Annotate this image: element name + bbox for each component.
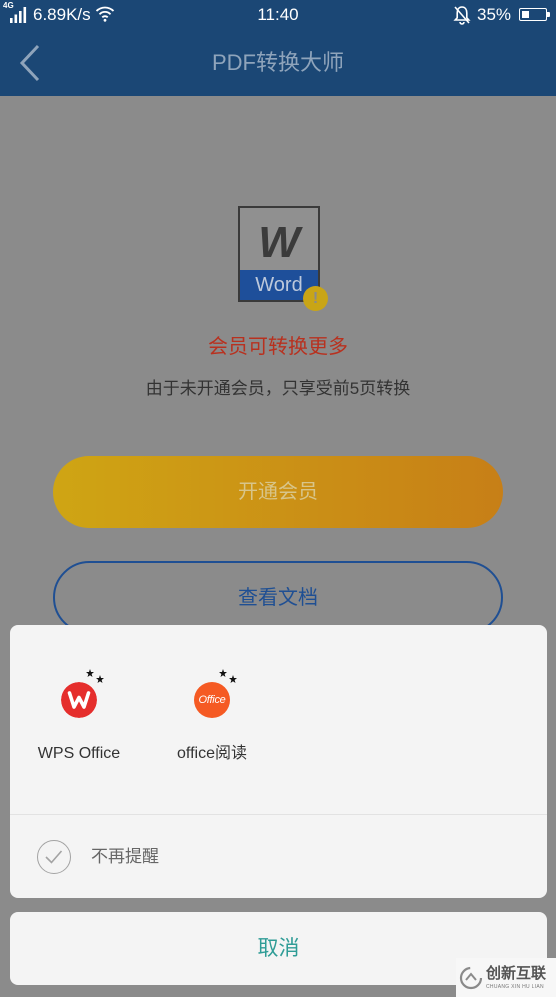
open-membership-button[interactable]: 开通会员 (53, 456, 503, 528)
page-title: PDF转换大师 (211, 50, 344, 75)
open-with-sheet: WPS Office Office office阅读 不再提醒 (10, 625, 547, 898)
dont-remind-label[interactable]: 不再提醒 (91, 845, 159, 869)
watermark-subtitle: CHUANG XIN HU LIAN (486, 984, 544, 990)
dont-remind-checkbox[interactable] (37, 840, 71, 874)
app-label: WPS Office (37, 745, 121, 762)
promo-title: 会员可转换更多 (208, 336, 348, 358)
warning-badge-icon: ! (303, 286, 328, 311)
watermark-title: 创新互联 (486, 964, 547, 982)
battery-percent: 35% (477, 5, 512, 24)
document-letter: W (258, 218, 300, 267)
battery-icon (519, 8, 547, 21)
promo-description: 由于未开通会员，只享受前5页转换 (145, 379, 411, 398)
app-label: office阅读 (177, 745, 247, 762)
new-badge-stars-icon (86, 669, 104, 683)
checkmark-icon (45, 850, 63, 864)
wps-office-icon[interactable] (61, 682, 97, 718)
battery-nub (547, 12, 550, 17)
app-option-wps-office[interactable]: WPS Office (12, 669, 146, 769)
watermark-logo: 创新互联 CHUANG XIN HU LIAN (456, 958, 556, 997)
status-bar: 4G 6.89K/s 11:40 35% (0, 0, 556, 30)
battery-level-fill (521, 10, 530, 18)
app-option-office-reader[interactable]: Office office阅读 (145, 669, 279, 769)
watermark-logo-icon (459, 966, 483, 990)
office-reader-icon[interactable]: Office (194, 682, 230, 718)
clock: 11:40 (257, 5, 299, 24)
view-document-button[interactable]: 查看文档 (53, 561, 503, 634)
app-header: PDF转换大师 (0, 30, 556, 96)
office-logo-text: Office (198, 694, 226, 706)
divider (10, 814, 547, 815)
bell-mute-icon (453, 6, 471, 25)
